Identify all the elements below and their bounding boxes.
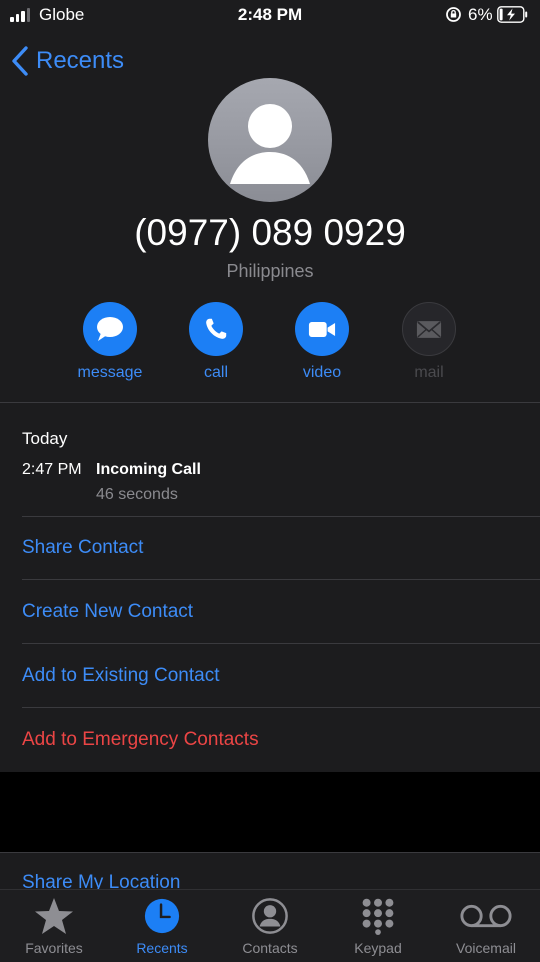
- divider: [22, 643, 540, 644]
- battery-percentage: 6%: [468, 5, 493, 24]
- back-button[interactable]: Recents: [10, 44, 124, 78]
- tab-label: Favorites: [25, 940, 83, 956]
- mail-label: mail: [414, 364, 444, 381]
- mail-button[interactable]: mail: [374, 302, 484, 382]
- status-bar: Globe 2:48 PM 6%: [0, 0, 540, 30]
- keypad-icon: [324, 895, 432, 937]
- create-new-contact-button[interactable]: Create New Contact: [22, 601, 193, 623]
- add-to-emergency-contacts-button[interactable]: Add to Emergency Contacts: [22, 729, 259, 751]
- phone-icon: [189, 302, 243, 356]
- call-label: call: [203, 364, 228, 381]
- history-call-type: Incoming Call: [96, 461, 201, 478]
- video-icon: [295, 302, 349, 356]
- call-button[interactable]: call: [161, 302, 271, 382]
- person-silhouette-icon: [230, 104, 310, 184]
- history-day: Today: [22, 429, 68, 448]
- tab-label: Contacts: [242, 940, 298, 956]
- tab-keypad[interactable]: Keypad: [324, 895, 432, 956]
- tab-label: Recents: [136, 940, 188, 956]
- mail-icon: [402, 302, 456, 356]
- divider: [22, 579, 540, 580]
- history-time: 2:47 PM: [22, 461, 82, 478]
- battery-charging-icon: [497, 6, 528, 23]
- voicemail-icon: [432, 895, 540, 937]
- tab-label: Keypad: [354, 940, 402, 956]
- tab-contacts[interactable]: Contacts: [216, 895, 324, 956]
- contact-avatar: [208, 78, 332, 202]
- tab-label: Voicemail: [456, 940, 516, 956]
- video-button[interactable]: video: [267, 302, 377, 382]
- history-duration: 46 seconds: [96, 486, 178, 503]
- video-label: video: [302, 364, 342, 381]
- add-to-existing-contact-button[interactable]: Add to Existing Contact: [22, 665, 220, 687]
- message-label: message: [77, 364, 143, 381]
- clock-icon: [108, 895, 216, 937]
- tab-recents[interactable]: Recents: [108, 895, 216, 956]
- divider: [22, 516, 540, 517]
- contact-country: Philippines: [226, 261, 314, 281]
- divider: [22, 707, 540, 708]
- message-icon: [83, 302, 137, 356]
- share-contact-button[interactable]: Share Contact: [22, 537, 143, 559]
- section-gap: [0, 772, 540, 852]
- rotation-lock-icon: [446, 7, 461, 22]
- star-icon: [0, 895, 108, 937]
- tab-favorites[interactable]: Favorites: [0, 895, 108, 956]
- divider: [0, 402, 540, 403]
- divider: [0, 852, 540, 853]
- message-button[interactable]: message: [55, 302, 165, 382]
- back-label: Recents: [36, 47, 125, 74]
- contact-number: (0977) 089 0929: [134, 212, 406, 253]
- chevron-left-icon: [12, 46, 28, 76]
- person-circle-icon: [216, 895, 324, 937]
- tab-voicemail[interactable]: Voicemail: [432, 895, 540, 956]
